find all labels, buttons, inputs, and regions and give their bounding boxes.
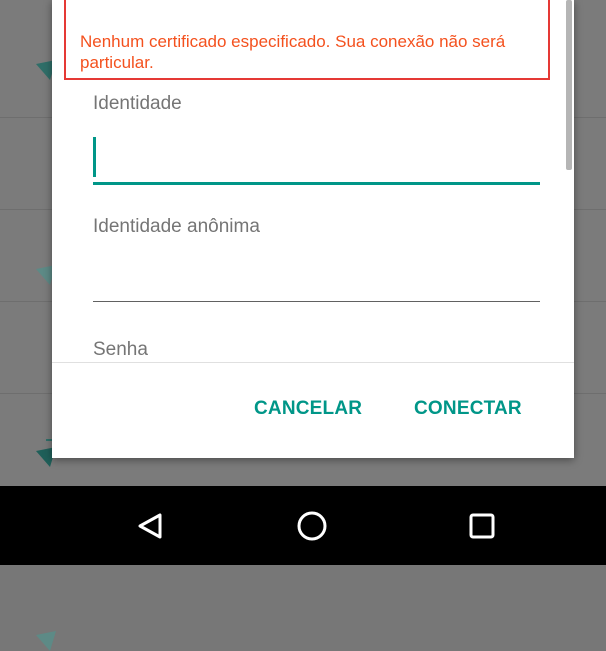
password-label: Senha xyxy=(93,339,148,360)
identity-label: Identidade xyxy=(93,93,182,114)
button-divider xyxy=(52,362,574,363)
back-triangle-icon xyxy=(138,513,162,539)
identity-underline xyxy=(93,182,540,185)
wifi-icon xyxy=(36,631,56,651)
connect-button[interactable]: CONECTAR xyxy=(414,398,522,420)
scrollbar[interactable] xyxy=(566,0,572,170)
navigation-bar xyxy=(0,486,606,565)
recents-square-icon xyxy=(469,513,495,539)
recents-button[interactable] xyxy=(462,506,502,546)
anon-identity-underline xyxy=(93,301,540,302)
anon-identity-field[interactable] xyxy=(93,250,540,302)
wifi-config-dialog: Nenhum certificado especificado. Sua con… xyxy=(52,0,574,458)
home-circle-icon xyxy=(297,511,327,541)
dialog-scroll-area[interactable]: Nenhum certificado especificado. Sua con… xyxy=(52,0,574,362)
certificate-warning: Nenhum certificado especificado. Sua con… xyxy=(80,32,506,72)
text-cursor xyxy=(93,137,96,177)
home-button[interactable] xyxy=(292,506,332,546)
cancel-button[interactable]: CANCELAR xyxy=(254,398,362,420)
anon-identity-label: Identidade anônima xyxy=(93,216,260,237)
identity-field[interactable] xyxy=(93,130,540,185)
back-button[interactable] xyxy=(131,506,171,546)
